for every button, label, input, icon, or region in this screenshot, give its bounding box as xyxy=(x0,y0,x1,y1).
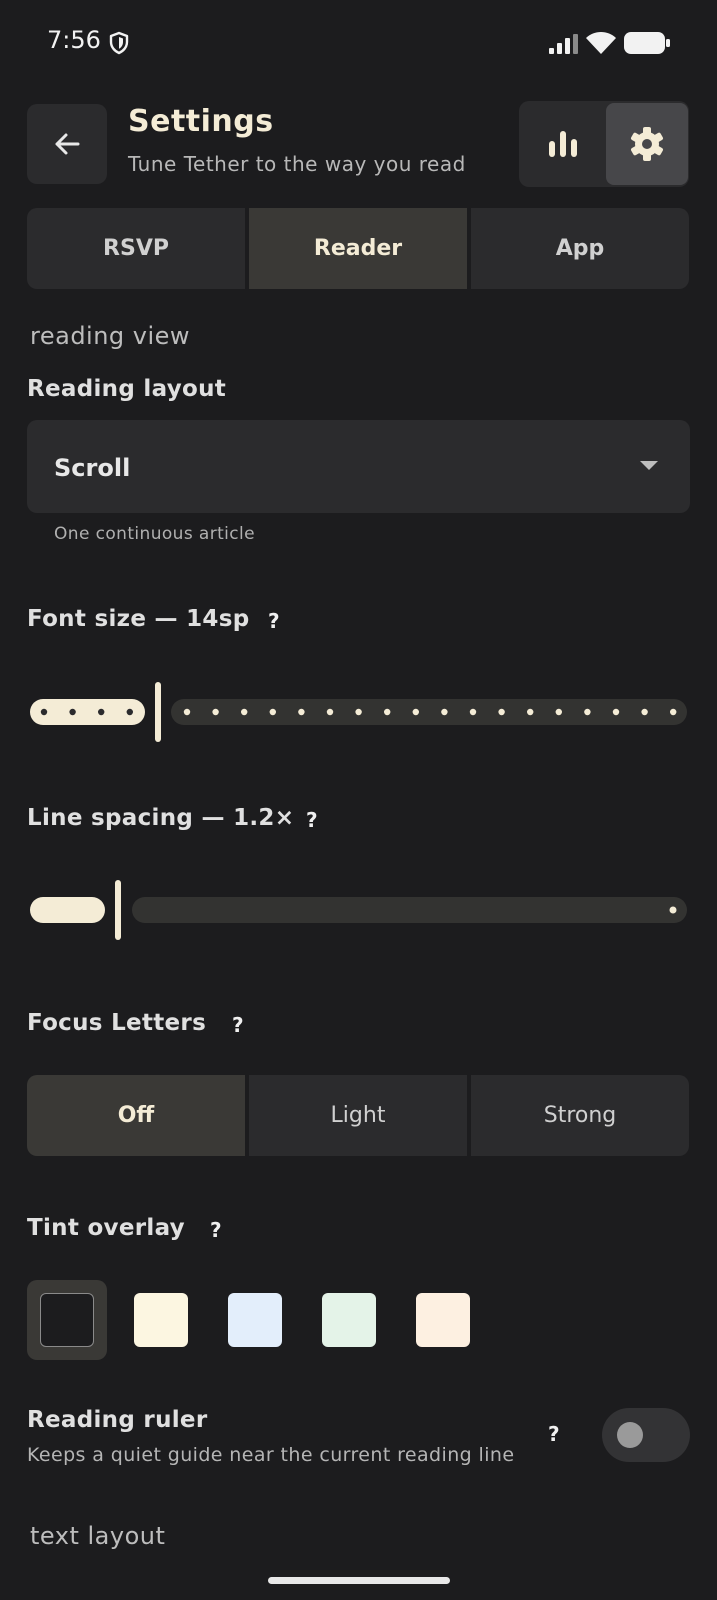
line-spacing-slider[interactable] xyxy=(0,880,717,940)
battery-icon xyxy=(624,32,670,54)
slider-thumb xyxy=(115,880,121,940)
section-text-layout: text layout xyxy=(30,1522,166,1550)
tint-overlay-label: Tint overlay xyxy=(27,1215,185,1241)
slider-tick xyxy=(527,708,534,716)
tab-reader[interactable]: Reader xyxy=(249,208,467,289)
tint-overlay-help-icon[interactable]: ? xyxy=(210,1218,222,1242)
slider-tick xyxy=(384,708,391,716)
focus-letters-help-icon[interactable]: ? xyxy=(232,1013,244,1037)
reading-ruler-toggle[interactable] xyxy=(602,1408,690,1462)
page-title: Settings xyxy=(128,104,274,139)
slider-tick xyxy=(126,708,133,716)
section-reading-view: reading view xyxy=(30,322,191,350)
slider-tick xyxy=(241,708,248,716)
reading-layout-hint: One continuous article xyxy=(54,524,256,544)
reading-layout-value: Scroll xyxy=(54,454,131,482)
tint-swatch-none[interactable] xyxy=(40,1293,94,1347)
font-size-help-icon[interactable]: ? xyxy=(268,609,280,633)
slider-active-track xyxy=(30,897,105,923)
slider-thumb xyxy=(155,682,161,742)
slider-tick xyxy=(183,708,191,716)
slider-tick xyxy=(40,708,48,716)
tab-app[interactable]: App xyxy=(471,208,689,289)
stats-button[interactable] xyxy=(521,103,605,185)
focus-option-strong[interactable]: Strong xyxy=(471,1075,689,1156)
slider-tick xyxy=(498,708,505,716)
reading-ruler-help-icon[interactable]: ? xyxy=(548,1422,560,1446)
slider-tick xyxy=(670,708,677,716)
slider-tick xyxy=(212,708,219,716)
slider-tick xyxy=(641,708,648,716)
slider-tick xyxy=(98,708,105,716)
gear-icon xyxy=(631,127,663,161)
chevron-down-icon xyxy=(640,461,658,470)
shield-icon xyxy=(109,31,129,55)
tint-swatch-peach[interactable] xyxy=(416,1293,470,1347)
slider-tick xyxy=(355,708,362,716)
slider-tick xyxy=(326,708,334,716)
slider-tick xyxy=(298,708,305,716)
reading-ruler-label: Reading ruler xyxy=(27,1407,208,1433)
focus-option-off[interactable]: Off xyxy=(27,1075,245,1156)
arrow-left-icon xyxy=(55,133,80,155)
signal-icon xyxy=(549,34,578,54)
tint-swatch-green[interactable] xyxy=(322,1293,376,1347)
status-time: 7:56 xyxy=(47,26,101,54)
font-size-label: Font size — 14sp xyxy=(27,606,250,632)
tint-swatch-cream[interactable] xyxy=(134,1293,188,1347)
reading-layout-label: Reading layout xyxy=(27,376,227,402)
back-button[interactable] xyxy=(27,104,107,184)
slider-tick xyxy=(441,708,448,716)
bar-chart-icon xyxy=(549,131,577,157)
slider-end-dot xyxy=(669,906,677,914)
slider-inactive-track xyxy=(132,897,687,923)
line-spacing-label: Line spacing — 1.2× xyxy=(27,805,295,831)
focus-option-light[interactable]: Light xyxy=(249,1075,467,1156)
slider-tick xyxy=(584,708,591,716)
focus-letters-label: Focus Letters xyxy=(27,1010,207,1036)
slider-tick xyxy=(612,708,620,716)
settings-button[interactable] xyxy=(606,103,688,185)
slider-tick xyxy=(555,708,562,716)
toggle-knob xyxy=(617,1422,643,1448)
slider-inactive-track xyxy=(171,699,687,725)
wifi-icon xyxy=(586,32,616,54)
page-subtitle: Tune Tether to the way you read xyxy=(128,152,466,176)
font-size-slider[interactable] xyxy=(0,682,717,742)
slider-tick xyxy=(69,708,76,716)
slider-tick xyxy=(412,708,419,716)
slider-tick xyxy=(469,708,477,716)
tab-rsvp[interactable]: RSVP xyxy=(27,208,245,289)
tint-swatch-blue[interactable] xyxy=(228,1293,282,1347)
slider-tick xyxy=(269,708,276,716)
reading-ruler-description: Keeps a quiet guide near the current rea… xyxy=(27,1444,515,1466)
home-indicator[interactable] xyxy=(268,1577,450,1584)
line-spacing-help-icon[interactable]: ? xyxy=(306,808,318,832)
